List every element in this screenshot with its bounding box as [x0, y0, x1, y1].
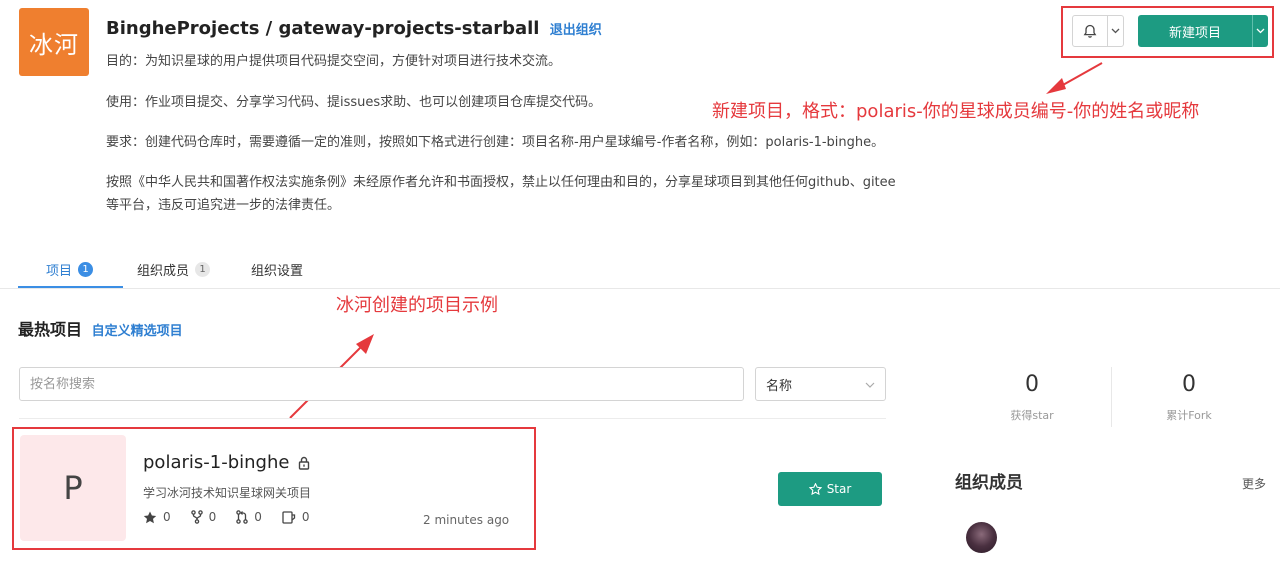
- pull-request-icon: [236, 510, 249, 524]
- tabs-divider: [0, 288, 1280, 289]
- annotation-arrow-new-project: [1046, 62, 1103, 94]
- org-desc-copyright-cont: 等平台，违反可追究进一步的法律责任。: [106, 198, 341, 213]
- tab-projects-label: 项目: [46, 263, 73, 279]
- tab-members-count: 1: [195, 261, 211, 277]
- pull-requests-stat[interactable]: 0: [236, 510, 262, 524]
- star-button-label: Star: [826, 482, 852, 496]
- org-desc-usage: 使用：作业项目提交、分享学习代码、提issues求助、也可以创建项目仓库提交代码…: [106, 95, 602, 110]
- hot-projects-title: 最热项目: [18, 320, 83, 339]
- pull-requests-count: 0: [254, 510, 262, 524]
- section-title: 最热项目 自定义精选项目: [18, 316, 183, 340]
- star-outline-icon: [808, 483, 822, 495]
- project-description: 学习冰河技术知识星球网关项目: [143, 486, 312, 500]
- forks-summary: 0 累计Fork: [1114, 372, 1264, 423]
- tab-members-label: 组织成员: [137, 263, 190, 279]
- org-title: BingheProjects / gateway-projects-starba…: [106, 18, 602, 39]
- tab-projects-count: 1: [78, 261, 94, 277]
- tab-settings-label: 组织设置: [251, 263, 304, 279]
- issue-icon: [282, 510, 296, 524]
- search-input[interactable]: [19, 367, 744, 401]
- org-desc-copyright: 按照《中华人民共和国著作权法实施条例》未经原作者允许和书面授权，禁止以任何理由和…: [106, 175, 896, 190]
- project-name-row: polaris-1-binghe: [143, 452, 310, 473]
- tab-projects[interactable]: 项目 1: [46, 250, 94, 288]
- more-members-link[interactable]: 更多: [1242, 475, 1266, 492]
- fork-icon: [190, 510, 203, 524]
- annotation-new-project-note: 新建项目，格式：polaris-你的星球成员编号-你的姓名或昵称: [712, 101, 1200, 122]
- leave-org-link[interactable]: 退出组织: [550, 23, 602, 38]
- stars-summary-count: 0: [1025, 372, 1039, 397]
- issues-count: 0: [301, 510, 310, 524]
- forks-summary-label: 累计Fork: [1166, 409, 1212, 422]
- tab-settings[interactable]: 组织设置: [251, 250, 303, 288]
- project-updated-time: 2 minutes ago: [423, 513, 510, 527]
- chevron-down-icon: [865, 377, 875, 392]
- star-button[interactable]: Star: [778, 472, 882, 506]
- forks-count: 0: [208, 510, 217, 524]
- org-desc-purpose: 目的：为知识星球的用户提供项目代码提交空间，方便针对项目进行技术交流。: [106, 54, 562, 69]
- stars-summary: 0 获得star: [957, 372, 1107, 423]
- sort-select[interactable]: 名称: [755, 367, 886, 401]
- list-divider: [19, 418, 886, 419]
- forks-stat[interactable]: 0: [190, 510, 217, 524]
- org-name: BingheProjects / gateway-projects-starba…: [106, 18, 540, 39]
- annotation-box-new-project: [1061, 6, 1274, 58]
- stars-summary-label: 获得star: [1010, 409, 1054, 422]
- org-desc-requirement: 要求：创建代码仓库时，需要遵循一定的准则，按照如下格式进行创建：项目名称-用户星…: [106, 135, 885, 150]
- project-avatar[interactable]: P: [20, 435, 126, 541]
- stats-separator: [1111, 367, 1112, 427]
- sort-select-value: 名称: [766, 378, 793, 394]
- stars-stat[interactable]: 0: [143, 510, 171, 524]
- avatar[interactable]: [966, 522, 997, 553]
- project-stats: 0 0 0 0: [143, 510, 330, 524]
- forks-summary-count: 0: [1182, 372, 1196, 397]
- annotation-example-note: 冰河创建的项目示例: [336, 295, 498, 316]
- project-name-link[interactable]: polaris-1-binghe: [143, 452, 289, 473]
- stars-count: 0: [163, 510, 171, 524]
- tab-members[interactable]: 组织成员 1: [137, 250, 211, 288]
- members-title: 组织成员: [955, 473, 1023, 493]
- star-icon: [143, 511, 157, 523]
- org-avatar: 冰河: [19, 8, 89, 76]
- lock-icon: [298, 456, 310, 470]
- custom-featured-link[interactable]: 自定义精选项目: [92, 324, 183, 339]
- issues-stat[interactable]: 0: [282, 510, 310, 524]
